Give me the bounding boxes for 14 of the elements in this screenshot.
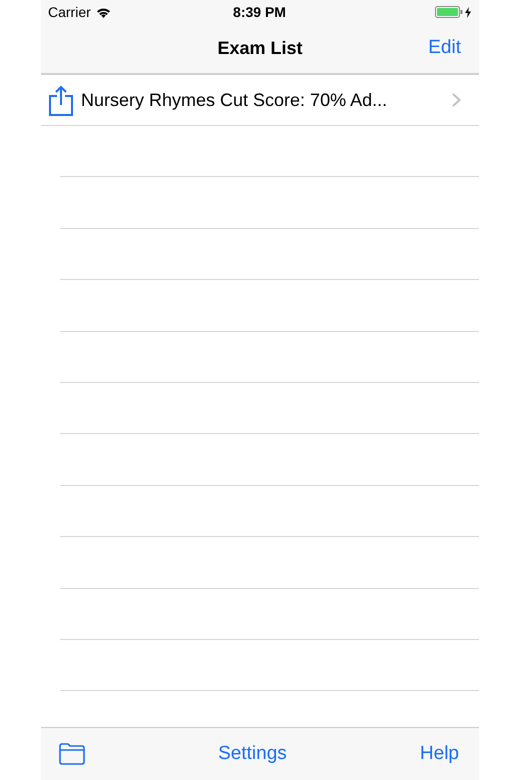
nav-title: Exam List: [217, 38, 303, 59]
chevron-icon: [452, 93, 461, 107]
settings-button[interactable]: Settings: [218, 743, 287, 765]
share-icon[interactable]: [49, 84, 73, 116]
carrier-name: Carrier: [48, 4, 91, 20]
battery-icon: [435, 6, 463, 18]
help-button[interactable]: Help: [420, 743, 459, 765]
exam-title: Nursery Rhymes Cut Score: 70% Ad...: [81, 90, 388, 110]
exam-row[interactable]: Nursery Rhymes Cut Score: 70% Ad...: [41, 75, 479, 126]
wifi-icon: [96, 6, 111, 18]
folder-icon: [59, 743, 85, 765]
folder-button[interactable]: [59, 743, 85, 765]
status-time: 8:39 PM: [233, 4, 286, 20]
edit-button[interactable]: Edit: [428, 37, 461, 59]
